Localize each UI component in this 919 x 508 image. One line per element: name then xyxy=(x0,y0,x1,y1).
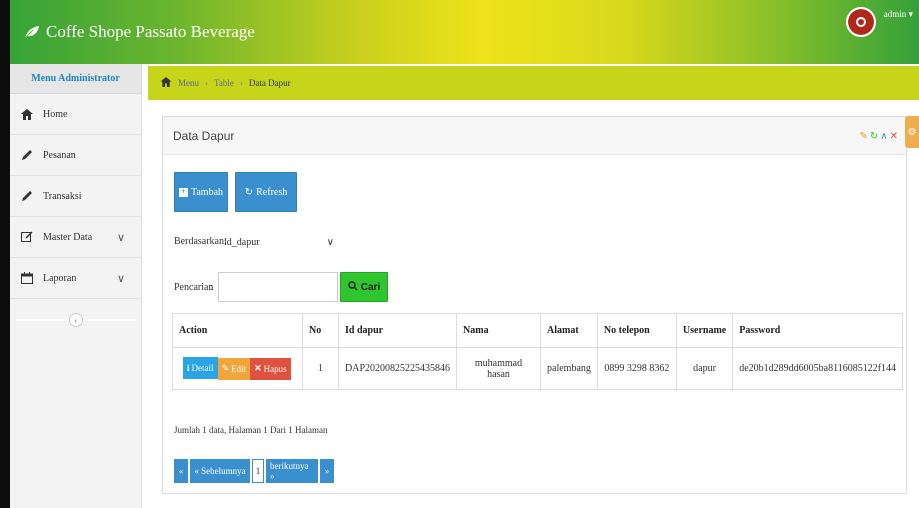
pencil-icon xyxy=(20,148,34,162)
panel-title: Data Dapur xyxy=(173,128,235,143)
pagination: « « Sebelumnya 1 berikutnya » » xyxy=(174,459,334,483)
edit-button[interactable]: ✎ Edit xyxy=(217,357,251,380)
column-header: Id dapur xyxy=(337,313,458,348)
filter-by-value: id_dapur xyxy=(224,236,260,248)
chevron-left-icon: ‹ xyxy=(69,313,83,327)
sidebar: Menu Administrator Home Pesanan Transaks… xyxy=(10,64,142,508)
sidebar-item-label: Pesanan xyxy=(43,149,76,161)
plus-icon: + xyxy=(178,187,188,197)
breadcrumb-separator: › xyxy=(205,78,208,88)
refresh-icon: ↻ xyxy=(244,186,254,198)
brand[interactable]: Coffe Shope Passato Beverage xyxy=(24,20,255,44)
breadcrumb-table[interactable]: Table xyxy=(214,78,234,88)
table-row: i Detail ✎ Edit ✕ Hapus 1 DAP20200825225… xyxy=(172,347,904,390)
breadcrumb: Menu › Table › Data Dapur xyxy=(148,66,919,100)
sidebar-item-laporan[interactable]: Laporan ∨ xyxy=(10,258,141,299)
close-icon: ✕ xyxy=(254,363,262,374)
pencil-icon[interactable]: ✎ xyxy=(860,131,868,142)
close-icon[interactable]: ✕ xyxy=(890,131,898,142)
top-navbar: Coffe Shope Passato Beverage admin ▾ xyxy=(10,0,919,64)
data-table: Action No Id dapur Nama Alamat No telepo… xyxy=(172,313,904,390)
refresh-button[interactable]: ↻ Refresh xyxy=(235,172,297,212)
chevron-up-icon[interactable]: ∧ xyxy=(880,131,887,142)
chevron-down-icon: ∨ xyxy=(116,272,125,285)
search-button-label: Cari xyxy=(360,281,381,293)
refresh-icon[interactable]: ↻ xyxy=(870,131,878,142)
home-icon[interactable] xyxy=(160,77,172,89)
next-page-button[interactable]: berikutnya » xyxy=(266,459,318,483)
sidebar-item-label: Laporan xyxy=(43,272,77,284)
search-button[interactable]: Cari xyxy=(340,272,388,302)
sidebar-item-master-data[interactable]: Master Data ∨ xyxy=(10,217,141,258)
search-label: Pencarian xyxy=(174,282,214,293)
info-icon: i xyxy=(187,363,190,374)
sidebar-item-label: Master Data xyxy=(43,231,93,243)
add-button[interactable]: + Tambah xyxy=(174,172,228,212)
column-header: Username xyxy=(675,313,734,348)
cell-username: dapur xyxy=(675,347,734,390)
sidebar-item-label: Transaksi xyxy=(43,190,82,202)
column-header: No telepon xyxy=(596,313,677,348)
sidebar-item-label: Home xyxy=(43,108,68,120)
panel-tools: ✎ ↻ ∧ ✕ xyxy=(860,131,899,142)
first-page-button[interactable]: « xyxy=(174,459,188,483)
avatar[interactable] xyxy=(846,7,876,37)
sidebar-item-pesanan[interactable]: Pesanan xyxy=(10,135,141,176)
pencil-icon xyxy=(20,189,34,203)
breadcrumb-current: Data Dapur xyxy=(248,78,291,88)
edit-icon: ✎ xyxy=(221,363,230,374)
column-header: Action xyxy=(172,313,303,348)
search-icon xyxy=(348,280,358,294)
breadcrumb-menu[interactable]: Menu xyxy=(178,78,199,88)
prev-page-button[interactable]: « Sebelumnya xyxy=(190,459,250,483)
current-page[interactable]: 1 xyxy=(252,459,264,483)
search-colon: : xyxy=(210,282,213,293)
cell-alamat: palembang xyxy=(540,347,598,390)
panel-header: Data Dapur xyxy=(163,117,906,155)
sidebar-header: Menu Administrator xyxy=(10,64,141,94)
search-input[interactable] xyxy=(218,272,338,302)
edit-label: Edit xyxy=(231,363,247,374)
delete-button[interactable]: ✕ Hapus xyxy=(250,357,291,380)
detail-button[interactable]: i Detail xyxy=(183,357,218,380)
action-cell: i Detail ✎ Edit ✕ Hapus xyxy=(172,347,303,390)
cell-nama: muhammad hasan xyxy=(456,347,542,390)
column-header: Nama xyxy=(456,313,542,348)
refresh-button-label: Refresh xyxy=(256,186,288,198)
cell-password: de20b1d289dd6005ba8116085122f144 xyxy=(732,347,904,390)
sidebar-collapse-toggle[interactable]: ‹ xyxy=(10,312,142,328)
add-button-label: Tambah xyxy=(190,186,224,198)
sidebar-item-transaksi[interactable]: Transaksi xyxy=(10,176,141,217)
settings-tab[interactable]: ⚙ xyxy=(905,116,919,148)
detail-label: Detail xyxy=(191,363,214,374)
last-page-button[interactable]: » xyxy=(320,459,334,483)
gear-icon: ⚙ xyxy=(907,126,917,138)
table-header-row: Action No Id dapur Nama Alamat No telepo… xyxy=(172,313,904,348)
column-header: Alamat xyxy=(540,313,598,348)
edit-icon xyxy=(20,230,34,244)
filter-by-select[interactable]: id_dapur ∨ xyxy=(214,232,338,252)
breadcrumb-separator: › xyxy=(239,78,243,88)
column-header: No xyxy=(302,313,339,348)
app-title: Coffe Shope Passato Beverage xyxy=(46,22,255,41)
user-menu[interactable]: admin ▾ xyxy=(884,9,913,20)
sidebar-item-home[interactable]: Home xyxy=(10,94,141,135)
window-edge xyxy=(0,0,10,508)
cell-telepon: 0899 3298 8362 xyxy=(596,347,677,390)
column-header: Password xyxy=(732,313,904,348)
chevron-down-icon: ∨ xyxy=(116,231,125,244)
leaf-icon xyxy=(24,25,40,39)
cell-no: 1 xyxy=(302,347,339,390)
delete-label: Hapus xyxy=(263,363,287,374)
calendar-icon xyxy=(20,271,34,285)
table-summary: Jumlah 1 data, Halaman 1 Dari 1 Halaman xyxy=(174,425,328,435)
cell-id-dapur: DAP20200825225435846 xyxy=(337,347,458,390)
home-icon xyxy=(20,107,34,121)
chevron-down-icon: ∨ xyxy=(326,236,334,248)
